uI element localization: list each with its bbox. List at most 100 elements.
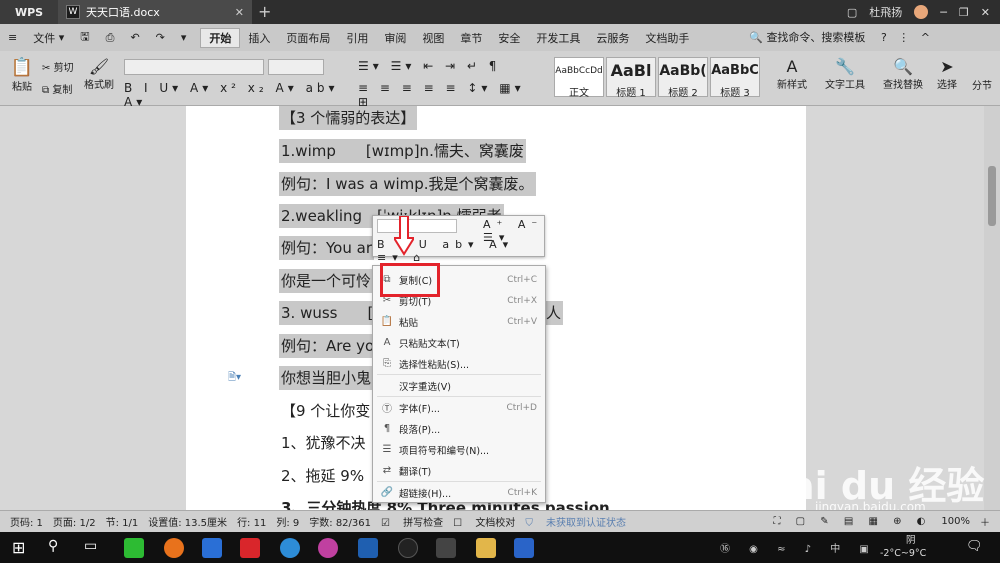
tab-review[interactable]: 审阅 — [376, 28, 414, 48]
more-icon[interactable]: ⋮ — [898, 31, 909, 44]
wps-writer-icon[interactable] — [514, 538, 534, 558]
help-icon[interactable]: ? — [881, 31, 887, 44]
collapse-ribbon-icon[interactable]: ^ — [921, 31, 930, 44]
wechat-icon[interactable] — [124, 538, 144, 558]
command-search[interactable]: 🔍 查找命令、搜索模板 ? ⋮ ^ — [749, 29, 930, 45]
context-menu: ⧉ 复制(C) Ctrl+C ✂ 剪切(T) Ctrl+X 📋 粘贴 Ctrl+V A 只粘贴… — [372, 265, 546, 503]
qq-icon[interactable] — [398, 538, 418, 558]
doc-line-tail[interactable]: 人 — [544, 301, 564, 325]
status-words[interactable]: 字数: 82/361 — [309, 514, 371, 529]
spell-check-button[interactable]: ☑ 拼写检查 — [381, 514, 443, 529]
close-window-icon[interactable]: ✕ — [981, 6, 990, 19]
doc-line[interactable]: 1.wimp [wɪmp]n.懦夫、窝囊废 — [279, 139, 526, 163]
tab-chapter[interactable]: 章节 — [452, 28, 490, 48]
tray-icons[interactable]: ⑯ ◉ ≈ ♪ 中 ▣ — [720, 540, 877, 555]
view-mode-icons[interactable]: ⛶ ▢ ✎ ▤ ▦ ⊕ ◐ — [774, 516, 932, 527]
alignment-buttons[interactable]: ≡ ≡ ≡ ≡ ≡ ↕▾ ▦▾ ⊞ — [358, 81, 538, 109]
tab-security[interactable]: 安全 — [490, 28, 528, 48]
menu-item-paste-text[interactable]: A 只粘贴文本(T) — [373, 332, 545, 353]
windows-taskbar: ⊞ ⚲ ▭ ⑯ ◉ ≈ ♪ 中 ▣ 阴 -2°C~9°C 🗨 — [0, 532, 1000, 563]
document-tab[interactable]: W 天天口语.docx ✕ — [58, 0, 252, 24]
quick-access-dropdown-icon[interactable]: ▾ — [173, 28, 195, 48]
app-icon[interactable] — [240, 538, 260, 558]
select-button[interactable]: ➤ 选择 — [932, 57, 962, 91]
style-heading-1[interactable]: AaBl 标题 1 — [606, 57, 656, 99]
print-icon[interactable]: ⎙ — [98, 28, 123, 48]
tab-references[interactable]: 引用 — [338, 28, 376, 48]
doc-line[interactable]: 你是一个可怜 — [279, 269, 374, 293]
copy-button[interactable]: ⧉ 复制 — [42, 81, 82, 96]
doc-line[interactable]: 例句：Are yo — [279, 334, 377, 358]
auth-status[interactable]: ⛉ 未获取到认证状态 — [525, 514, 626, 529]
section-button[interactable]: 分节 — [972, 77, 1000, 92]
app-icon[interactable] — [436, 538, 456, 558]
redo-icon[interactable]: ↷ — [148, 28, 173, 48]
menu-item-hyperlink[interactable]: 🔗 超链接(H)... Ctrl+K — [373, 482, 545, 503]
mini-font-select[interactable] — [377, 219, 457, 233]
tab-doc-assistant[interactable]: 文档助手 — [637, 28, 697, 48]
app-icon[interactable] — [202, 538, 222, 558]
task-view-icon[interactable]: ▭ — [84, 538, 104, 558]
tab-insert[interactable]: 插入 — [240, 28, 278, 48]
firefox-icon[interactable] — [164, 538, 184, 558]
text-tools-button[interactable]: 🔧 文字工具 — [822, 57, 868, 91]
style-normal[interactable]: AaBbCcDd 正文 — [554, 57, 604, 99]
user-name[interactable]: 杜飛扬 — [869, 4, 902, 20]
avatar[interactable] — [914, 5, 929, 19]
menu-item-font[interactable]: Ⓣ 字体(F)... Ctrl+D — [373, 397, 545, 418]
minimize-icon[interactable]: ─ — [940, 6, 947, 19]
undo-icon[interactable]: ↶ — [122, 28, 147, 48]
tab-cloud[interactable]: 云服务 — [588, 28, 637, 48]
paragraph-buttons[interactable]: ☰▾ ☰▾ ⇤ ⇥ ↵ ¶ — [358, 59, 538, 73]
menu-item-reselect-chinese[interactable]: 汉字重选(V) — [373, 375, 545, 396]
paste-button[interactable]: 📋 粘贴 — [8, 57, 36, 93]
wps-home-tab[interactable]: WPS — [0, 0, 58, 24]
find-replace-button[interactable]: 🔍 查找替换 — [880, 57, 926, 91]
tab-developer[interactable]: 开发工具 — [528, 28, 588, 48]
style-heading-2[interactable]: AaBb( 标题 2 — [658, 57, 708, 99]
doc-line[interactable]: 你想当胆小鬼 — [279, 366, 374, 390]
ie-browser-icon[interactable] — [280, 538, 300, 558]
tab-page-layout[interactable]: 页面布局 — [278, 28, 338, 48]
menu-item-paste-special[interactable]: ⎘ 选择性粘贴(S)... — [373, 353, 545, 374]
font-name-select[interactable] — [124, 59, 264, 75]
hamburger-icon[interactable]: ≡ — [0, 28, 25, 48]
app-icon[interactable] — [358, 538, 378, 558]
font-format-buttons[interactable]: B I U▾ A▾ x² x₂ A▾ ab▾ A▾ — [124, 81, 344, 109]
doc-line[interactable]: 例句：I was a wimp.我是个窝囊废。 — [279, 172, 536, 196]
browser-icon[interactable] — [318, 538, 338, 558]
style-heading-3[interactable]: AaBbC 标题 3 — [710, 57, 760, 99]
scrollbar-thumb[interactable] — [988, 166, 996, 226]
doc-line[interactable]: 【9 个让你变 — [279, 399, 372, 423]
doc-line[interactable]: 【3 个懦弱的表达】 — [279, 106, 418, 130]
font-size-select[interactable] — [268, 59, 324, 75]
notification-icon[interactable]: 🗨 — [966, 539, 983, 554]
search-icon[interactable]: ⚲ — [48, 538, 68, 558]
menu-item-paste[interactable]: 📋 粘贴 Ctrl+V — [373, 311, 545, 332]
format-painter-button[interactable]: 🖌 格式刷 — [84, 57, 114, 91]
windows-start-icon[interactable]: ⊞ — [12, 538, 32, 558]
doc-proof-button[interactable]: ☐ 文档校对 — [453, 514, 515, 529]
file-explorer-icon[interactable] — [476, 538, 496, 558]
file-menu[interactable]: 文件 ▾ — [25, 28, 72, 48]
maximize-icon[interactable]: ❐ — [959, 6, 969, 19]
paragraph-marker-icon[interactable]: 🗎▾ — [228, 370, 241, 387]
close-tab-icon[interactable]: ✕ — [235, 6, 244, 19]
paste-special-icon: ⎘ — [383, 358, 391, 369]
doc-line[interactable]: 1、犹豫不决 — [279, 431, 368, 455]
new-tab-plus-icon[interactable]: + — [258, 2, 271, 21]
tab-view[interactable]: 视图 — [414, 28, 452, 48]
weather-widget[interactable]: 阴 -2°C~9°C — [880, 534, 926, 560]
tab-home[interactable]: 开始 — [200, 27, 241, 48]
zoom-level[interactable]: 100% — [941, 516, 970, 527]
zoom-in-icon[interactable]: ＋ — [980, 514, 990, 529]
doc-line[interactable]: 2、拖延 9% — [279, 464, 366, 488]
new-style-button[interactable]: A 新样式 — [772, 57, 812, 91]
menu-item-paragraph[interactable]: ¶ 段落(P)... — [373, 418, 545, 439]
menu-item-bullets[interactable]: ☰ 项目符号和编号(N)... — [373, 439, 545, 460]
window-layout-icon[interactable]: ▢ — [847, 6, 857, 19]
doc-line[interactable]: 例句：You ar — [279, 236, 374, 260]
cut-button[interactable]: ✂ 剪切 — [42, 59, 82, 74]
menu-item-translate[interactable]: ⇄ 翻译(T) — [373, 460, 545, 481]
save-icon[interactable]: 🖫 — [72, 28, 97, 48]
